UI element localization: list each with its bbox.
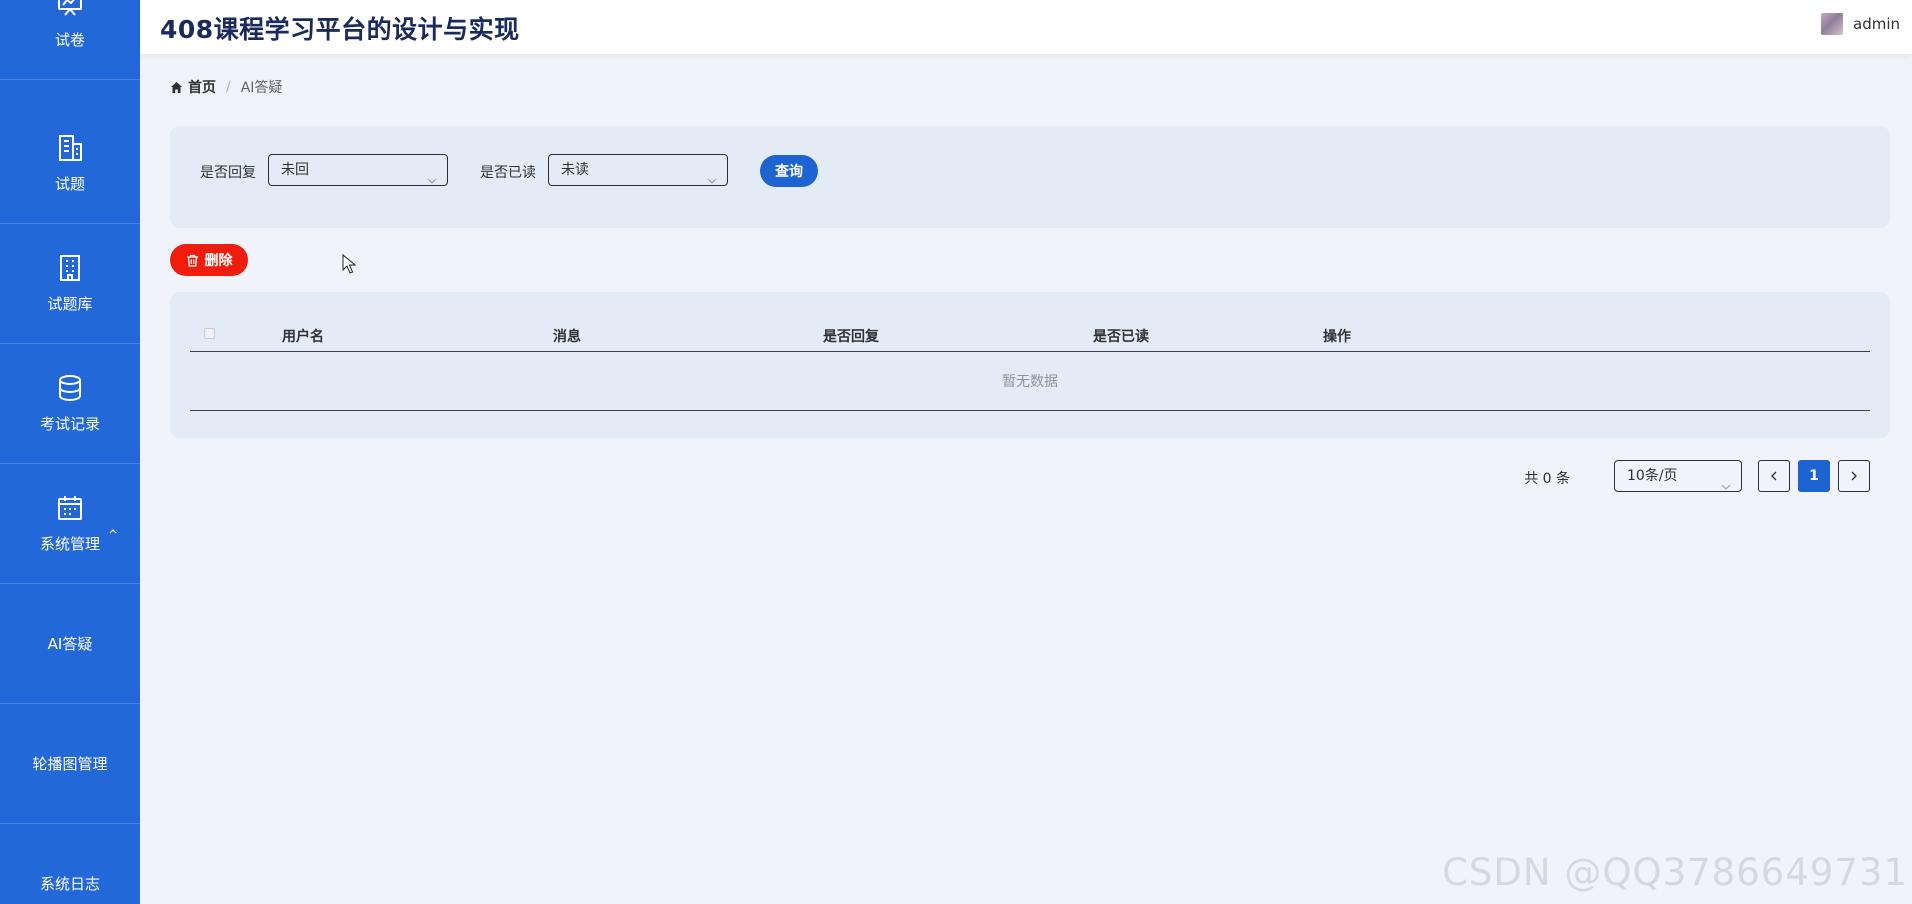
sidebar-item-questions[interactable]: 试题 — [0, 104, 140, 224]
read-filter-value: 未读 — [561, 162, 589, 178]
reply-filter-select[interactable]: 未回 — [268, 154, 448, 186]
home-icon[interactable] — [170, 81, 183, 94]
query-button[interactable]: 查询 — [760, 155, 818, 187]
next-page-button[interactable] — [1838, 460, 1870, 492]
table-panel: 用户名 消息 是否回复 是否已读 操作 暂无数据 — [170, 292, 1890, 438]
column-header-replied: 是否回复 — [823, 329, 879, 345]
page-size-value: 10条/页 — [1627, 468, 1678, 484]
chevron-up-icon — [108, 521, 118, 533]
watermark: CSDN @QQ3786649731 — [1442, 851, 1908, 894]
select-all-checkbox[interactable] — [204, 328, 215, 339]
chevron-down-icon — [707, 166, 717, 184]
chevron-right-icon — [1851, 471, 1857, 481]
page-number-active[interactable]: 1 — [1798, 460, 1830, 492]
top-header: 408课程学习平台的设计与实现 admin — [140, 0, 1912, 54]
sidebar-item-system-management[interactable]: 系统管理 — [0, 464, 140, 584]
reply-filter-label: 是否回复 — [200, 165, 256, 181]
filter-panel: 是否回复 未回 是否已读 未读 查询 — [170, 126, 1890, 228]
breadcrumb-home[interactable]: 首页 — [188, 77, 216, 97]
read-filter-label: 是否已读 — [480, 165, 536, 181]
building-icon — [55, 133, 85, 163]
mouse-cursor-icon — [342, 253, 357, 274]
delete-button-label: 删除 — [204, 253, 233, 269]
breadcrumb: 首页 / AI答疑 — [170, 77, 282, 97]
sidebar-item-ai-qa[interactable]: AI答疑 — [0, 584, 140, 704]
office-building-icon — [55, 253, 85, 283]
read-filter-select[interactable]: 未读 — [548, 154, 728, 186]
trash-icon — [186, 254, 198, 267]
user-name[interactable]: admin — [1853, 15, 1900, 33]
delete-button[interactable]: 删除 — [170, 244, 248, 276]
user-menu[interactable]: admin — [1821, 13, 1900, 35]
chevron-down-icon — [1721, 472, 1731, 490]
sidebar-item-carousel-management[interactable]: 轮播图管理 — [0, 704, 140, 824]
avatar[interactable] — [1821, 13, 1843, 35]
reply-filter-value: 未回 — [281, 162, 309, 178]
database-icon — [55, 373, 85, 403]
sidebar-item-exam-paper[interactable]: 试卷 — [0, 0, 140, 80]
breadcrumb-separator: / — [226, 79, 231, 95]
chevron-down-icon — [427, 166, 437, 184]
breadcrumb-current: AI答疑 — [240, 80, 283, 96]
table-header: 用户名 消息 是否回复 是否已读 操作 — [190, 314, 1870, 352]
sidebar-item-system-log[interactable]: 系统日志 — [0, 824, 140, 904]
column-header-actions: 操作 — [1323, 329, 1351, 345]
column-header-read: 是否已读 — [1093, 329, 1149, 345]
sidebar-item-exam-records[interactable]: 考试记录 — [0, 344, 140, 464]
chevron-left-icon — [1771, 471, 1777, 481]
pagination-total: 共 0 条 — [1524, 471, 1570, 487]
calendar-icon — [55, 493, 85, 523]
chart-board-icon — [55, 0, 85, 19]
prev-page-button[interactable] — [1758, 460, 1790, 492]
column-header-message: 消息 — [553, 329, 581, 345]
page-size-select[interactable]: 10条/页 — [1614, 460, 1742, 492]
app-title: 408课程学习平台的设计与实现 — [160, 15, 520, 44]
sidebar-item-question-bank[interactable]: 试题库 — [0, 224, 140, 344]
sidebar: 试卷 试题 试题库 考试记录 系统管理 AI答疑 轮播图管理 系统日志 — [0, 0, 140, 904]
column-header-username: 用户名 — [282, 329, 324, 345]
table-empty-text: 暂无数据 — [190, 353, 1870, 411]
